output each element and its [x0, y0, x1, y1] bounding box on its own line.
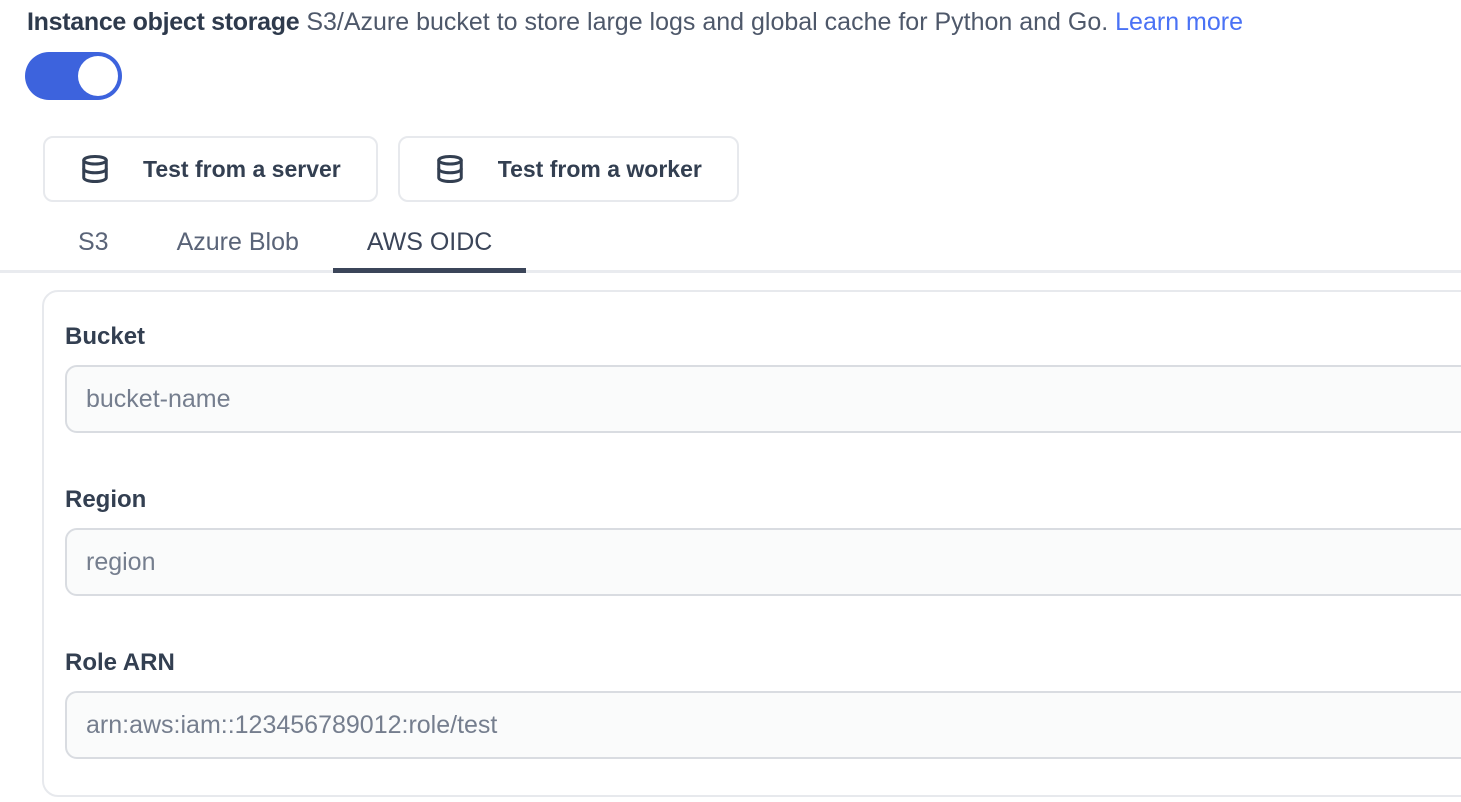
bucket-label: Bucket [65, 322, 1461, 352]
bucket-input[interactable] [65, 365, 1461, 433]
storage-provider-tabs: S3 Azure Blob AWS OIDC [0, 216, 1461, 273]
tab-s3[interactable]: S3 [44, 216, 143, 273]
test-from-worker-label: Test from a worker [498, 156, 702, 183]
tab-aws-oidc[interactable]: AWS OIDC [333, 216, 526, 273]
role-arn-label: Role ARN [65, 648, 1461, 678]
database-icon [435, 151, 465, 187]
learn-more-link[interactable]: Learn more [1115, 8, 1243, 36]
section-description: S3/Azure bucket to store large logs and … [306, 8, 1108, 36]
region-field-group: Region [65, 485, 1461, 596]
bucket-field-group: Bucket [65, 322, 1461, 433]
test-from-worker-button[interactable]: Test from a worker [398, 136, 739, 202]
role-arn-input[interactable] [65, 691, 1461, 759]
section-header: Instance object storage S3/Azure bucket … [0, 0, 1461, 38]
role-arn-field-group: Role ARN [65, 648, 1461, 759]
test-from-server-label: Test from a server [143, 156, 341, 183]
region-label: Region [65, 485, 1461, 515]
object-storage-toggle[interactable] [25, 52, 122, 100]
tab-azure-blob[interactable]: Azure Blob [143, 216, 333, 273]
database-icon [80, 151, 110, 187]
aws-oidc-form-panel: Bucket Region Role ARN [42, 290, 1461, 797]
toggle-knob [78, 56, 118, 96]
test-from-server-button[interactable]: Test from a server [43, 136, 378, 202]
region-input[interactable] [65, 528, 1461, 596]
page-title: Instance object storage [27, 8, 299, 36]
test-buttons-row: Test from a server Test from a worker [43, 136, 1461, 202]
